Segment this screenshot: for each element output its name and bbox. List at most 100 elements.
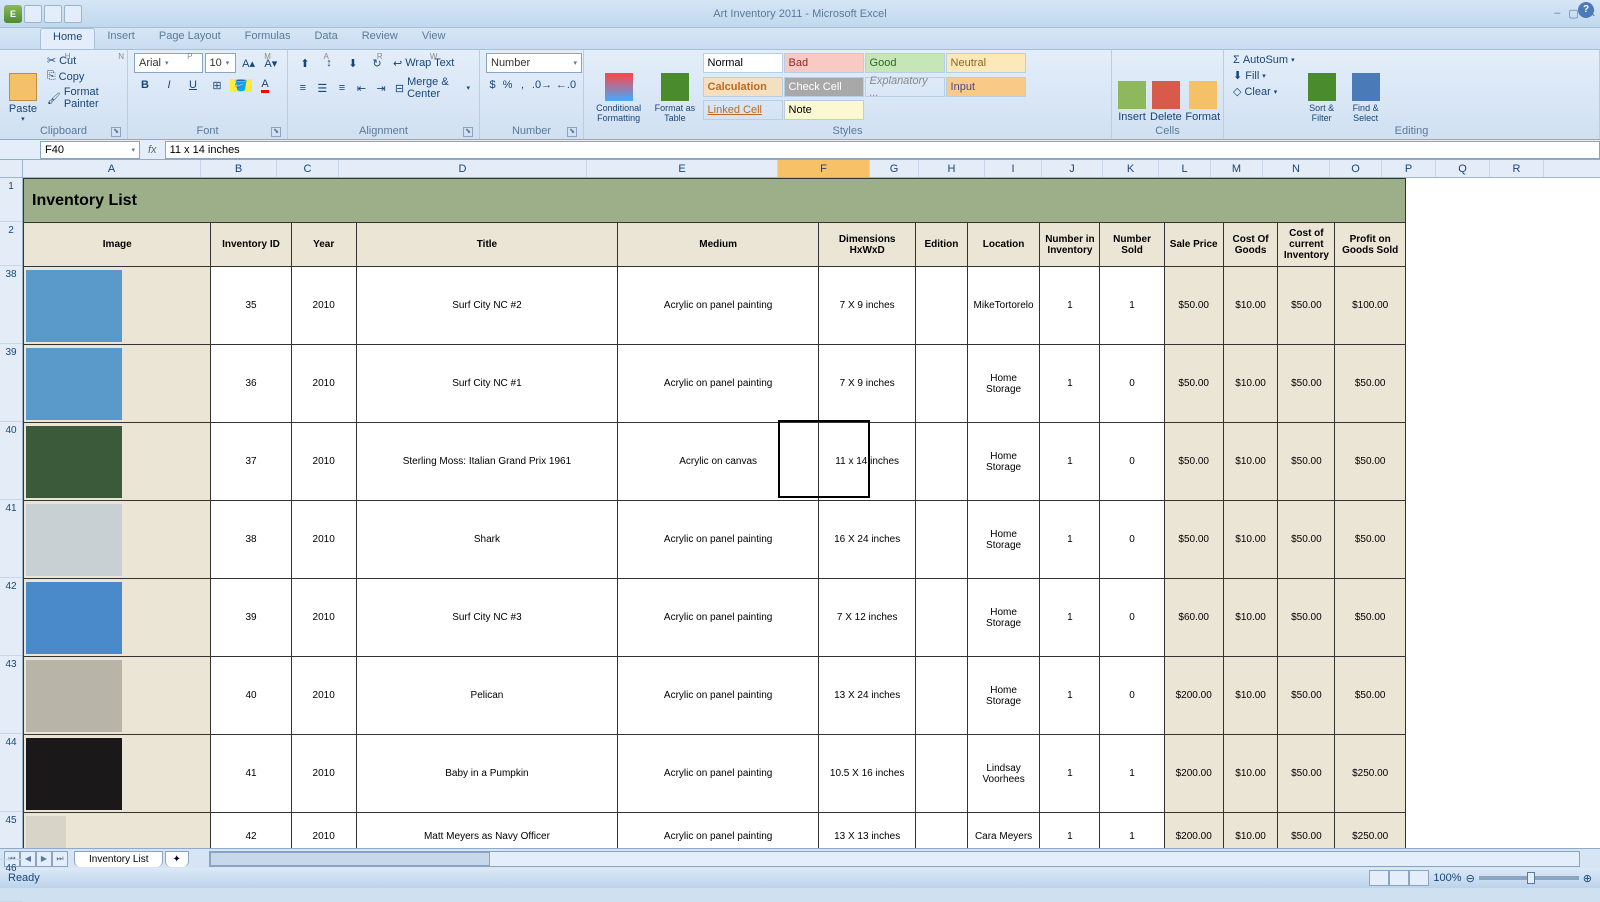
fill-button[interactable]: ⬇Fill▾ <box>1230 68 1298 83</box>
cut-button[interactable]: ✂Cut <box>44 53 121 68</box>
table-cell[interactable]: 1 <box>1040 501 1100 579</box>
table-cell[interactable]: $50.00 <box>1278 423 1335 501</box>
format-as-table-button[interactable]: Format as Table <box>651 53 698 123</box>
border-button[interactable]: ⊞ <box>206 75 228 95</box>
table-cell[interactable]: 16 X 24 inches <box>819 501 916 579</box>
column-header-P[interactable]: P <box>1382 160 1436 177</box>
font-size-combo[interactable]: 10▾ <box>205 53 237 73</box>
fx-icon[interactable]: fx <box>140 144 165 156</box>
align-top-button[interactable]: ⬆ <box>294 53 316 73</box>
minimize-button[interactable]: – <box>1554 7 1560 20</box>
table-header[interactable]: Dimensions HxWxD <box>819 223 916 267</box>
column-header-L[interactable]: L <box>1159 160 1211 177</box>
table-cell[interactable]: Shark <box>356 501 617 579</box>
table-cell[interactable]: $100.00 <box>1335 267 1406 345</box>
table-cell[interactable] <box>916 579 968 657</box>
copy-button[interactable]: ⎘Copy <box>44 69 121 84</box>
table-cell[interactable]: $250.00 <box>1335 735 1406 813</box>
table-header[interactable]: Profit on Goods Sold <box>1335 223 1406 267</box>
table-cell[interactable]: Acrylic on panel painting <box>618 579 819 657</box>
table-cell[interactable]: $50.00 <box>1335 657 1406 735</box>
table-cell[interactable]: Cara Meyers <box>967 813 1040 849</box>
table-cell[interactable]: Acrylic on panel painting <box>618 345 819 423</box>
column-header-G[interactable]: G <box>870 160 919 177</box>
table-cell[interactable]: Home Storage <box>967 501 1040 579</box>
zoom-percent[interactable]: 100% <box>1433 872 1461 884</box>
table-cell[interactable] <box>916 345 968 423</box>
table-cell[interactable] <box>916 267 968 345</box>
number-launcher[interactable]: ⬊ <box>567 127 577 137</box>
table-cell[interactable]: 1 <box>1040 813 1100 849</box>
zoom-out-button[interactable]: ⊖ <box>1466 872 1475 885</box>
table-cell[interactable]: $50.00 <box>1278 345 1335 423</box>
table-cell[interactable]: 11 x 14 inches <box>819 423 916 501</box>
table-cell[interactable]: Home Storage <box>967 345 1040 423</box>
table-cell[interactable]: $250.00 <box>1335 813 1406 849</box>
table-cell[interactable]: $200.00 <box>1164 735 1223 813</box>
increase-indent-button[interactable]: ⇥ <box>372 78 390 98</box>
table-cell[interactable]: Baby in a Pumpkin <box>356 735 617 813</box>
style-note[interactable]: Note <box>784 100 864 120</box>
table-header[interactable]: Medium <box>618 223 819 267</box>
table-cell[interactable]: 2010 <box>291 267 356 345</box>
column-header-O[interactable]: O <box>1330 160 1382 177</box>
table-cell[interactable]: Lindsay Voorhees <box>967 735 1040 813</box>
tab-next-button[interactable]: ▶ <box>36 851 52 867</box>
column-header-I[interactable]: I <box>985 160 1042 177</box>
table-cell[interactable]: MikeTortorelo <box>967 267 1040 345</box>
conditional-formatting-button[interactable]: Conditional Formatting <box>590 53 647 123</box>
italic-button[interactable]: I <box>158 75 180 95</box>
align-left-button[interactable]: ≡ <box>294 78 312 98</box>
row-header-1[interactable]: 1 <box>0 178 22 222</box>
column-header-J[interactable]: J <box>1042 160 1103 177</box>
table-cell[interactable]: 1 <box>1040 267 1100 345</box>
percent-button[interactable]: % <box>501 75 514 95</box>
number-format-combo[interactable]: Number▾ <box>486 53 582 73</box>
table-cell[interactable]: 7 X 9 inches <box>819 267 916 345</box>
alignment-launcher[interactable]: ⬊ <box>463 127 473 137</box>
row-header-43[interactable]: 43 <box>0 656 22 734</box>
tab-prev-button[interactable]: ◀ <box>20 851 36 867</box>
tab-page-layout[interactable]: Page LayoutP <box>147 28 233 49</box>
sort-filter-button[interactable]: Sort & Filter <box>1302 53 1342 123</box>
table-cell[interactable]: 2010 <box>291 657 356 735</box>
table-cell[interactable]: Home Storage <box>967 579 1040 657</box>
table-cell[interactable]: 0 <box>1100 423 1164 501</box>
table-cell[interactable] <box>24 501 211 579</box>
table-cell[interactable] <box>24 579 211 657</box>
row-header-44[interactable]: 44 <box>0 734 22 812</box>
table-cell[interactable]: $50.00 <box>1278 267 1335 345</box>
table-cell[interactable]: Surf City NC #2 <box>356 267 617 345</box>
table-header[interactable]: Title <box>356 223 617 267</box>
style-linked-cell[interactable]: Linked Cell <box>703 100 783 120</box>
table-cell[interactable]: $50.00 <box>1278 813 1335 849</box>
table-cell[interactable]: $50.00 <box>1335 579 1406 657</box>
row-header-2[interactable]: 2 <box>0 222 22 266</box>
table-cell[interactable]: Acrylic on panel painting <box>618 267 819 345</box>
style-check-cell[interactable]: Check Cell <box>784 77 864 97</box>
table-cell[interactable]: 41 <box>211 735 291 813</box>
align-center-button[interactable]: ☰ <box>314 78 332 98</box>
align-middle-button[interactable]: ↕ <box>318 53 340 73</box>
table-cell[interactable]: $50.00 <box>1278 501 1335 579</box>
table-cell[interactable]: 35 <box>211 267 291 345</box>
column-header-F[interactable]: F <box>778 160 870 177</box>
bold-button[interactable]: B <box>134 75 156 95</box>
column-header-R[interactable]: R <box>1490 160 1544 177</box>
table-cell[interactable]: $10.00 <box>1223 267 1278 345</box>
table-cell[interactable]: 0 <box>1100 501 1164 579</box>
table-cell[interactable]: 7 X 9 inches <box>819 345 916 423</box>
column-header-M[interactable]: M <box>1211 160 1263 177</box>
table-cell[interactable]: 2010 <box>291 735 356 813</box>
table-cell[interactable]: $10.00 <box>1223 423 1278 501</box>
column-header-D[interactable]: D <box>339 160 587 177</box>
wrap-text-button[interactable]: ↩Wrap Text <box>390 56 457 71</box>
increase-decimal-button[interactable]: .0→ <box>531 75 553 95</box>
table-header[interactable]: Number in Inventory <box>1040 223 1100 267</box>
format-painter-button[interactable]: 🖌Format Painter <box>44 85 121 111</box>
table-cell[interactable]: 39 <box>211 579 291 657</box>
column-header-H[interactable]: H <box>919 160 985 177</box>
table-cell[interactable]: 37 <box>211 423 291 501</box>
table-header[interactable]: Sale Price <box>1164 223 1223 267</box>
delete-cells-button[interactable]: Delete <box>1150 53 1182 123</box>
